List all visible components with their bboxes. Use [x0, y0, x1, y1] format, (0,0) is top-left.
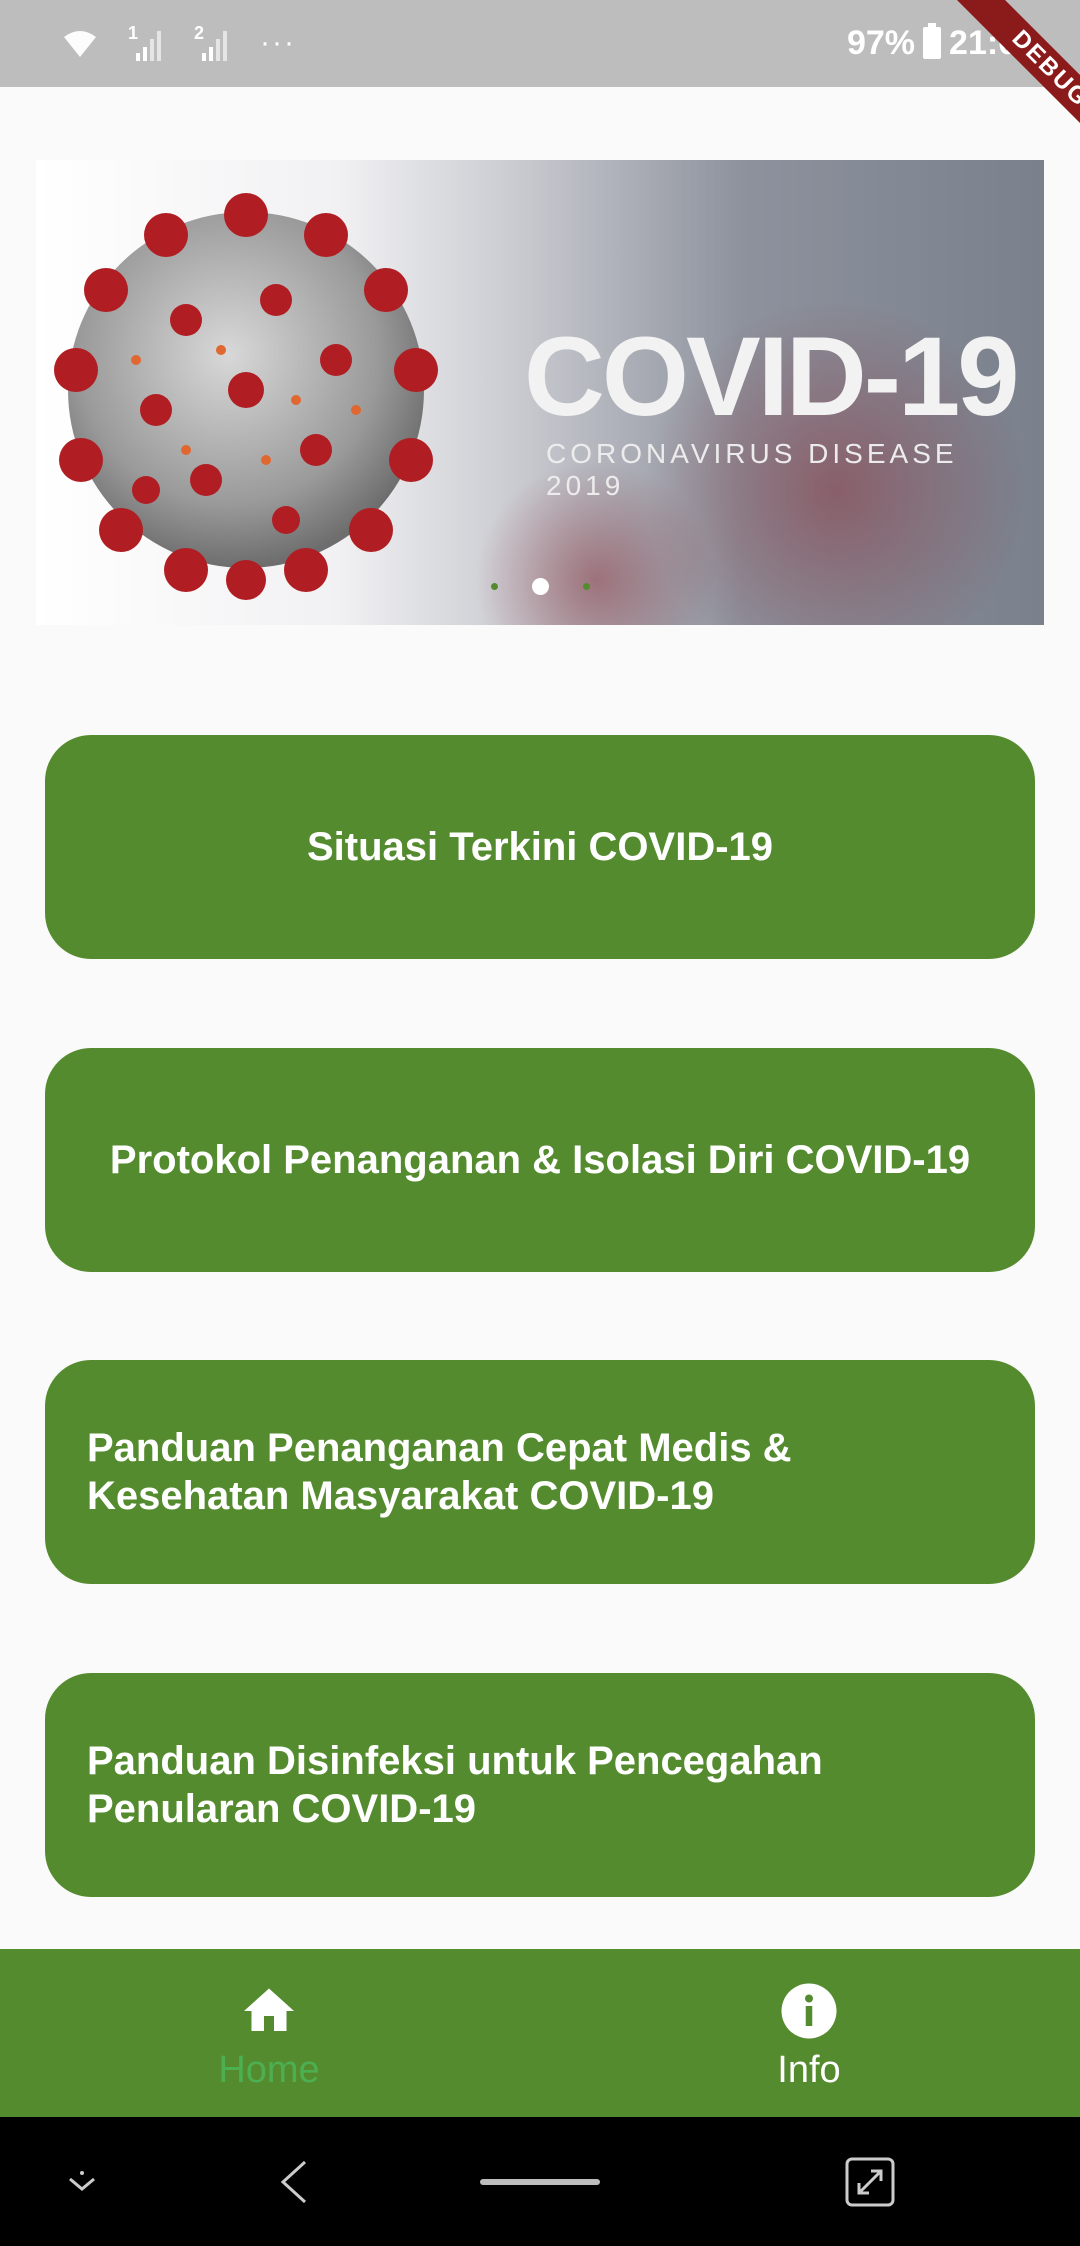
- sim1-signal-icon: 1: [128, 23, 166, 63]
- sim2-label: 2: [194, 23, 205, 43]
- button-label: Situasi Terkini COVID-19: [306, 825, 774, 869]
- nav-label-info: Info: [777, 2049, 841, 2091]
- debug-banner: DEBUG: [910, 0, 1080, 170]
- carousel-dot[interactable]: [582, 583, 590, 590]
- back-icon[interactable]: [275, 2157, 315, 2207]
- carousel-indicators: [36, 578, 1044, 595]
- status-icons-left: 1 2 ···: [60, 18, 296, 68]
- rotate-screen-icon[interactable]: [843, 2155, 897, 2209]
- button-protokol-penanganan[interactable]: Protokol Penanganan & Isolasi Diri COVID…: [45, 1048, 1035, 1272]
- home-icon: [244, 1988, 294, 2031]
- button-label: Panduan Penanganan Cepat Medis & Kesehat…: [87, 1426, 792, 1518]
- carousel-dot-active[interactable]: [531, 578, 549, 595]
- button-situasi-terkini[interactable]: Situasi Terkini COVID-19: [45, 735, 1035, 959]
- image-carousel[interactable]: COVID-19 CORONAVIRUS DISEASE 2019: [36, 160, 1044, 625]
- button-label: Protokol Penanganan & Isolasi Diri COVID…: [109, 1138, 971, 1182]
- info-icon: [781, 1983, 837, 2039]
- button-panduan-penanganan-cepat[interactable]: Panduan Penanganan Cepat Medis & Kesehat…: [45, 1360, 1035, 1584]
- home-gesture-bar[interactable]: [480, 2179, 600, 2185]
- banner-title: COVID-19: [524, 314, 1020, 439]
- wifi-icon: [64, 31, 96, 57]
- banner-subtitle: CORONAVIRUS DISEASE 2019: [546, 438, 958, 501]
- system-navigation-bar: [0, 2117, 1080, 2246]
- hide-keyboard-icon[interactable]: [62, 2163, 102, 2203]
- nav-item-info[interactable]: Info: [659, 1949, 959, 2117]
- more-notifications-indicator: ···: [260, 26, 296, 59]
- sim1-label: 1: [128, 23, 139, 43]
- button-label: Panduan Disinfeksi untuk Pencegahan Penu…: [87, 1739, 823, 1831]
- bottom-navigation-bar: Home Info: [0, 1949, 1080, 2117]
- sim2-signal-icon: 2: [194, 23, 232, 63]
- button-panduan-disinfeksi[interactable]: Panduan Disinfeksi untuk Pencegahan Penu…: [45, 1673, 1035, 1897]
- battery-percentage: 97%: [846, 23, 916, 62]
- debug-banner-label: DEBUG: [946, 0, 1080, 170]
- carousel-dot[interactable]: [490, 583, 498, 590]
- nav-label-home: Home: [218, 2049, 320, 2091]
- nav-item-home[interactable]: Home: [119, 1949, 419, 2117]
